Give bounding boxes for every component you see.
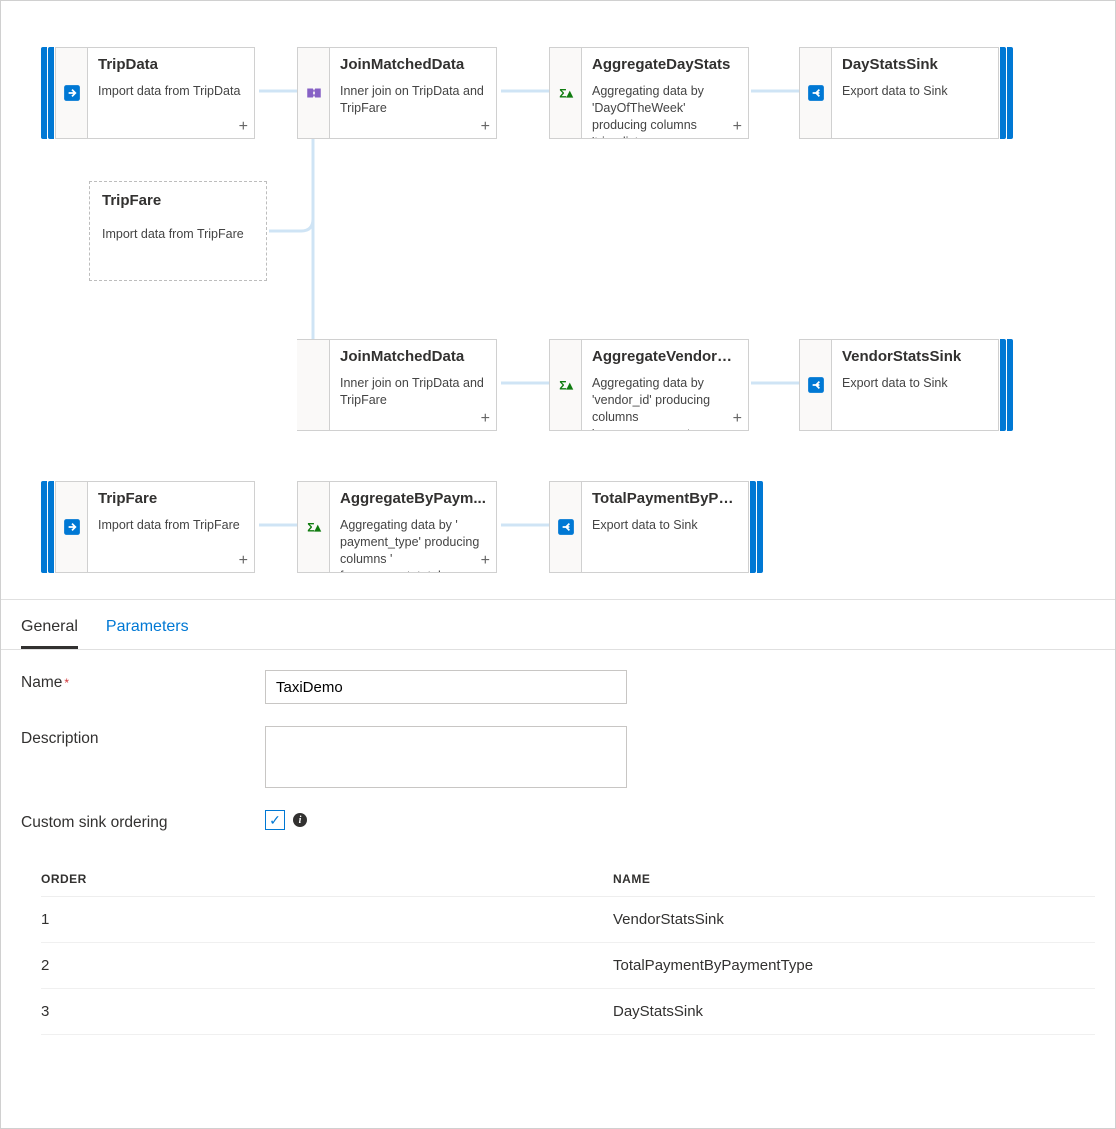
required-icon: * bbox=[64, 676, 69, 690]
cell-name: DayStatsSink bbox=[613, 1003, 1095, 1020]
node-title: TripData bbox=[98, 56, 244, 73]
sink-bar bbox=[1000, 339, 1006, 431]
cell-order: 2 bbox=[41, 957, 613, 974]
node-desc: Import data from TripFare bbox=[98, 517, 244, 534]
node-aggregate-day[interactable]: Σ▴ AggregateDayStats Aggregating data by… bbox=[549, 47, 749, 139]
node-title: VendorStatsSink bbox=[842, 348, 988, 365]
source-bar bbox=[41, 481, 47, 573]
node-tripfare2[interactable]: TripFare Import data from TripFare + bbox=[41, 481, 255, 573]
sink-icon bbox=[549, 481, 581, 573]
col-name: Name bbox=[613, 872, 1095, 886]
table-row[interactable]: 3 DayStatsSink bbox=[41, 989, 1095, 1035]
node-desc: Export data to Sink bbox=[842, 375, 988, 392]
sink-order-table: Order Name 1 VendorStatsSink 2 TotalPaym… bbox=[1, 862, 1115, 1055]
join-icon bbox=[297, 339, 329, 431]
node-title: DayStatsSink bbox=[842, 56, 988, 73]
description-label: Description bbox=[21, 726, 265, 748]
name-label: Name* bbox=[21, 670, 265, 692]
table-row[interactable]: 2 TotalPaymentByPaymentType bbox=[41, 943, 1095, 989]
node-title: JoinMatchedData bbox=[340, 348, 486, 365]
node-title: AggregateByPaym... bbox=[340, 490, 486, 507]
node-join2[interactable]: JoinMatchedData Inner join on TripData a… bbox=[297, 339, 497, 431]
sink-bar bbox=[750, 481, 756, 573]
node-title: TotalPaymentByPa... bbox=[592, 490, 738, 507]
svg-text:Σ▴: Σ▴ bbox=[559, 379, 573, 393]
cell-name: VendorStatsSink bbox=[613, 911, 1095, 928]
info-icon[interactable]: i bbox=[293, 813, 307, 827]
custom-sink-label: Custom sink ordering bbox=[21, 810, 265, 832]
node-desc: Export data to Sink bbox=[592, 517, 738, 534]
add-step-icon[interactable]: + bbox=[481, 118, 490, 136]
table-row[interactable]: 1 VendorStatsSink bbox=[41, 897, 1095, 943]
node-desc: Import data from TripFare bbox=[102, 227, 254, 241]
add-step-icon[interactable]: + bbox=[733, 118, 742, 136]
aggregate-icon: Σ▴ bbox=[549, 47, 581, 139]
sink-icon bbox=[799, 339, 831, 431]
node-vendorsink[interactable]: VendorStatsSink Export data to Sink bbox=[799, 339, 1013, 431]
source-icon bbox=[55, 47, 87, 139]
tab-general[interactable]: General bbox=[21, 612, 78, 649]
sink-icon bbox=[799, 47, 831, 139]
node-join1[interactable]: JoinMatchedData Inner join on TripData a… bbox=[297, 47, 497, 139]
node-title: TripFare bbox=[102, 192, 254, 209]
name-label-text: Name bbox=[21, 674, 62, 691]
node-title: TripFare bbox=[98, 490, 244, 507]
node-tripfare-source[interactable]: TripFare Import data from TripFare bbox=[89, 181, 267, 281]
tab-parameters[interactable]: Parameters bbox=[106, 612, 189, 649]
node-daysink[interactable]: DayStatsSink Export data to Sink bbox=[799, 47, 1013, 139]
cell-order: 3 bbox=[41, 1003, 613, 1020]
node-paysink[interactable]: TotalPaymentByPa... Export data to Sink bbox=[549, 481, 763, 573]
node-desc: Aggregating data by 'vendor_id' producin… bbox=[592, 375, 738, 431]
svg-text:Σ▴: Σ▴ bbox=[307, 521, 321, 535]
node-aggregate-payment[interactable]: Σ▴ AggregateByPaym... Aggregating data b… bbox=[297, 481, 497, 573]
aggregate-icon: Σ▴ bbox=[297, 481, 329, 573]
node-desc: Export data to Sink bbox=[842, 83, 988, 100]
sink-bar bbox=[757, 481, 763, 573]
cell-name: TotalPaymentByPaymentType bbox=[613, 957, 1095, 974]
node-tripdata[interactable]: TripData Import data from TripData + bbox=[41, 47, 255, 139]
node-title: JoinMatchedData bbox=[340, 56, 486, 73]
join-icon bbox=[297, 47, 329, 139]
tabs: General Parameters bbox=[1, 600, 1115, 650]
add-step-icon[interactable]: + bbox=[239, 118, 248, 136]
add-step-icon[interactable]: + bbox=[481, 410, 490, 428]
sink-bar bbox=[1000, 47, 1006, 139]
node-aggregate-vendor[interactable]: Σ▴ AggregateVendorS... Aggregating data … bbox=[549, 339, 749, 431]
source-icon bbox=[55, 481, 87, 573]
node-desc: Inner join on TripData and TripFare bbox=[340, 375, 486, 409]
custom-sink-checkbox[interactable]: ✓ bbox=[265, 810, 285, 830]
add-step-icon[interactable]: + bbox=[239, 552, 248, 570]
source-bar bbox=[48, 481, 54, 573]
source-bar bbox=[48, 47, 54, 139]
dataflow-canvas[interactable]: TripData Import data from TripData + Tri… bbox=[1, 1, 1115, 599]
node-desc: Aggregating data by 'DayOfTheWeek' produ… bbox=[592, 83, 738, 139]
description-input[interactable] bbox=[265, 726, 627, 788]
cell-order: 1 bbox=[41, 911, 613, 928]
node-desc: Import data from TripData bbox=[98, 83, 244, 100]
node-title: AggregateVendorS... bbox=[592, 348, 738, 365]
sink-bar bbox=[1007, 339, 1013, 431]
node-title: AggregateDayStats bbox=[592, 56, 738, 73]
svg-text:Σ▴: Σ▴ bbox=[559, 87, 573, 101]
sink-bar bbox=[1007, 47, 1013, 139]
col-order: Order bbox=[41, 872, 613, 886]
aggregate-icon: Σ▴ bbox=[549, 339, 581, 431]
node-desc: Inner join on TripData and TripFare bbox=[340, 83, 486, 117]
add-step-icon[interactable]: + bbox=[481, 552, 490, 570]
source-bar bbox=[41, 47, 47, 139]
add-step-icon[interactable]: + bbox=[733, 410, 742, 428]
node-desc: Aggregating data by ' payment_type' prod… bbox=[340, 517, 486, 573]
name-input[interactable] bbox=[265, 670, 627, 704]
